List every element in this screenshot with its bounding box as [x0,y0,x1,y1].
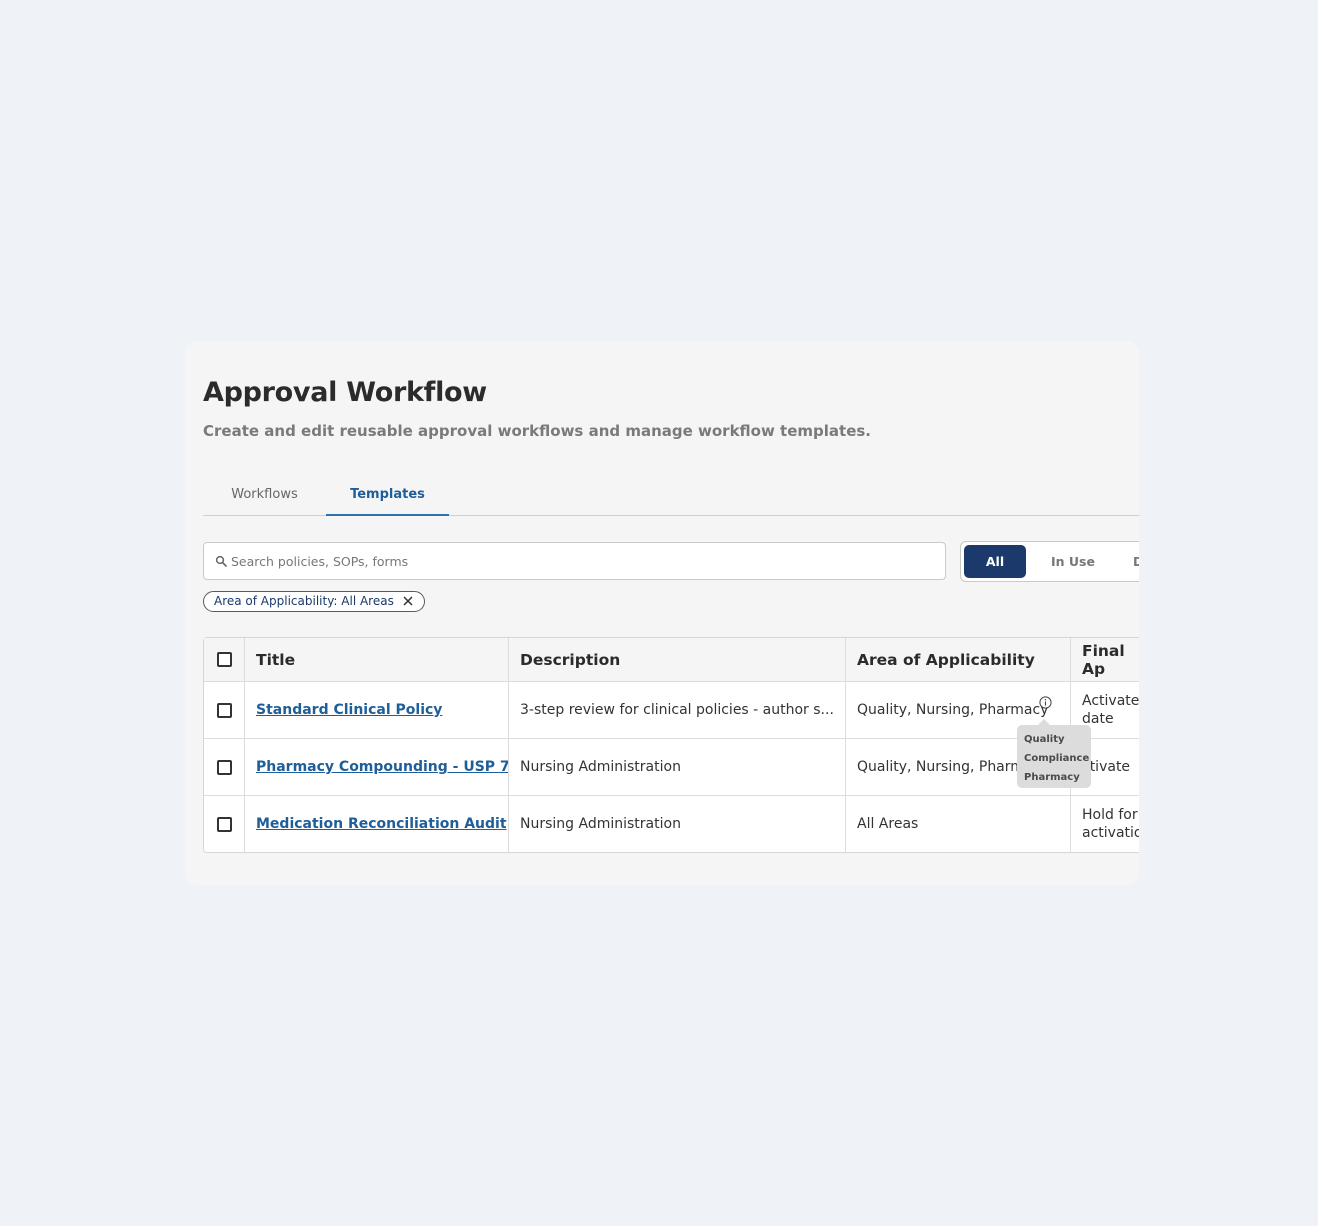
final-text-line: activatio [1082,825,1139,841]
row-checkbox[interactable] [216,816,232,832]
search-box[interactable] [203,542,946,580]
search-input[interactable] [231,543,931,579]
row-checkbox[interactable] [216,759,232,775]
filter-truncated-button[interactable]: D [1133,545,1139,578]
filter-in-use-button[interactable]: In Use [1037,545,1109,578]
final-cell: Hold for activatio [1070,796,1139,852]
filter-chip-area: Area of Applicability: All Areas [203,591,425,612]
table-header-row: Title Description Area of Applicability … [204,638,1139,681]
search-icon [215,555,227,567]
tooltip-item: Compliance [1024,753,1090,764]
description-cell: Nursing Administration [508,739,845,795]
tab-workflows[interactable]: Workflows [203,474,326,516]
description-cell: Nursing Administration [508,796,845,852]
column-header-area[interactable]: Area of Applicability [845,638,1070,681]
column-header-description[interactable]: Description [508,638,845,681]
area-text: Quality, Nursing, Pharm [857,759,1024,775]
page-subtitle: Create and edit reusable approval workfl… [203,422,872,440]
title-cell: Pharmacy Compounding - USP 797 [244,739,508,795]
area-text: Quality, Nursing, Pharmacy [857,702,1049,718]
row-checkbox-cell [204,796,244,852]
column-header-title[interactable]: Title [244,638,508,681]
page-title: Approval Workflow [203,377,487,408]
template-title-link[interactable]: Medication Reconciliation Audit [256,816,507,832]
area-text: All Areas [857,816,919,832]
title-cell: Medication Reconciliation Audit [244,796,508,852]
title-cell: Standard Clinical Policy [244,682,508,738]
select-all-checkbox[interactable] [216,652,232,667]
final-text-line: date [1082,711,1114,727]
approval-workflow-panel: Approval Workflow Create and edit reusab… [185,341,1139,885]
status-filter-segmented: All In Use D [960,541,1139,582]
template-title-link[interactable]: Pharmacy Compounding - USP 797 [256,759,508,775]
table-row: Medication Reconciliation Audit Nursing … [204,795,1139,852]
templates-table: Title Description Area of Applicability … [203,637,1139,853]
final-text-line: Activate [1082,693,1139,709]
final-text-line: Hold for [1082,807,1138,823]
header-checkbox-cell [204,638,244,681]
close-icon[interactable] [403,596,413,606]
tab-bar: Workflows Templates [203,474,1139,516]
area-cell: All Areas [845,796,1070,852]
column-header-final[interactable]: Final Ap [1070,638,1139,681]
tooltip-item: Quality [1024,734,1065,745]
row-checkbox-cell [204,682,244,738]
row-checkbox[interactable] [216,702,232,718]
filter-all-button[interactable]: All [964,545,1026,578]
table-row: Pharmacy Compounding - USP 797 Nursing A… [204,738,1139,795]
filter-chip-label: Area of Applicability: All Areas [214,594,394,608]
area-tooltip: Quality Compliance Pharmacy [1017,719,1091,788]
template-title-link[interactable]: Standard Clinical Policy [256,702,442,718]
tab-templates[interactable]: Templates [326,474,449,516]
row-checkbox-cell [204,739,244,795]
info-icon[interactable] [1039,696,1052,709]
tooltip-item: Pharmacy [1024,772,1080,783]
description-cell: 3-step review for clinical policies - au… [508,682,845,738]
table-row: Standard Clinical Policy 3-step review f… [204,681,1139,738]
